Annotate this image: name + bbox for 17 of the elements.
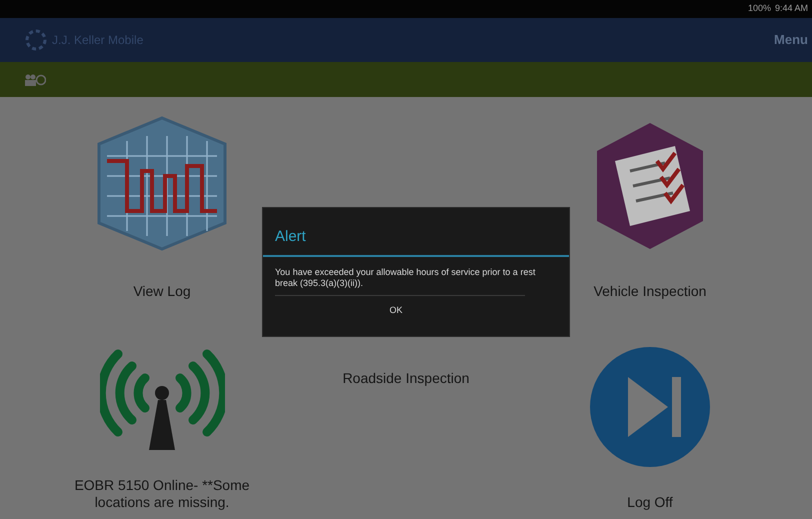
dialog-title: Alert	[274, 227, 307, 247]
tile-label[interactable]: Roadside Inspection	[342, 370, 470, 387]
dialog-message: You have exceeded your allowable hours of service prior to a rest break (395.3(a)(3)(ii)).	[274, 266, 536, 288]
menu-button[interactable]: Menu	[774, 30, 808, 50]
tile-label[interactable]: Vehicle Inspection	[594, 283, 706, 300]
ok-button[interactable]: OK	[365, 296, 426, 325]
radio-tower-icon	[100, 348, 224, 453]
clock-time: 9:44 AM	[774, 2, 808, 16]
log-chart-icon	[97, 116, 227, 251]
logo-icon	[24, 28, 48, 52]
battery-level: 100%	[748, 2, 771, 16]
tile-label[interactable]: View Log	[133, 283, 191, 300]
people-icon	[24, 74, 46, 86]
tile-label[interactable]: Log Off	[627, 494, 673, 511]
tile-label[interactable]: EOBR 5150 Online- **Some locations are missing.	[60, 477, 264, 511]
skip-forward-icon	[588, 345, 712, 470]
checklist-icon	[595, 121, 705, 251]
